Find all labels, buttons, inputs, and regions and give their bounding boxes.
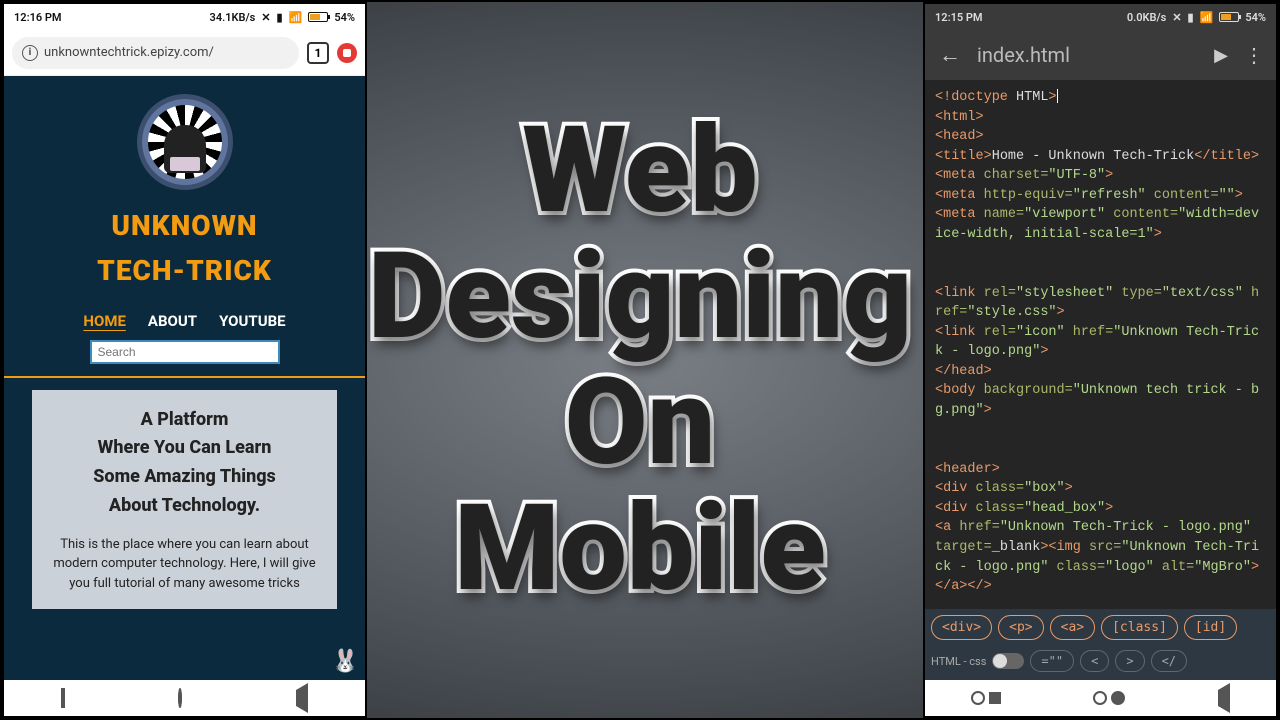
status-bar: 12:15 PM 0.0KB/s ✕ ▮ 📶 54% xyxy=(925,4,1276,30)
snippet-row-1: <div><p> <a>[class][id] xyxy=(925,609,1276,646)
info-icon[interactable]: i xyxy=(22,45,38,61)
hero-line-4: Mobile xyxy=(368,486,912,612)
status-time: 12:16 PM xyxy=(14,11,62,24)
home-button[interactable] xyxy=(1093,691,1125,705)
hero-heading: A PlatformWhere You Can LearnSome Amazin… xyxy=(44,406,325,521)
snippet-chip[interactable]: [class] xyxy=(1101,615,1178,640)
status-time: 12:15 PM xyxy=(935,11,983,24)
site-logo[interactable] xyxy=(137,94,233,190)
back-button[interactable] xyxy=(296,690,308,706)
run-icon[interactable]: ▶ xyxy=(1214,45,1228,66)
hero-title: Web Designing On Mobile xyxy=(368,108,912,612)
editor-toolbar: ← index.html ▶ ⋮ xyxy=(925,30,1276,80)
hero-card: A PlatformWhere You Can LearnSome Amazin… xyxy=(32,390,337,610)
browser-phone: 12:16 PM 34.1KB/s ✕ ▮ 📶 54% i unknowntec… xyxy=(2,2,367,718)
status-bar: 12:16 PM 34.1KB/s ✕ ▮ 📶 54% xyxy=(4,4,365,30)
battery-icon xyxy=(1219,12,1239,22)
nav-youtube[interactable]: YOUTUBE xyxy=(219,312,286,330)
battery-pct: 54% xyxy=(1245,11,1266,24)
hero-line-3: On xyxy=(368,360,912,486)
hero-line-2: Designing xyxy=(368,234,912,360)
vibrate-icon: ✕ xyxy=(1172,11,1181,24)
site-nav: HOME ABOUT YOUTUBE xyxy=(4,312,365,330)
snippet-chip[interactable]: <div> xyxy=(931,615,992,640)
status-right: 0.0KB/s ✕ ▮ 📶 54% xyxy=(1127,11,1266,24)
site-title-1: UNKNOWN xyxy=(4,204,365,249)
recents-button[interactable] xyxy=(61,690,65,706)
back-arrow-icon[interactable]: ← xyxy=(939,42,961,68)
snippet-chip[interactable]: [id] xyxy=(1184,615,1237,640)
snippet-chip[interactable]: <a> xyxy=(1050,615,1095,640)
toggle-switch[interactable] xyxy=(992,653,1024,669)
signal-icon: 📶 xyxy=(289,11,303,24)
snippet-chip[interactable]: ="" xyxy=(1030,650,1074,672)
battery-pct: 54% xyxy=(334,11,355,24)
snippet-chip[interactable]: </ xyxy=(1151,650,1187,672)
snippet-chip[interactable]: > xyxy=(1115,650,1144,672)
snippet-chip[interactable]: <p> xyxy=(998,615,1043,640)
webpage[interactable]: UNKNOWN TECH-TRICK HOME ABOUT YOUTUBE UN… xyxy=(4,76,365,680)
snippet-row-2: HTML - css ="" < > </ xyxy=(925,646,1276,680)
battery-icon xyxy=(308,12,328,22)
vibrate-icon: ✕ xyxy=(261,11,270,24)
nav-home[interactable]: HOME xyxy=(83,312,126,330)
code-editor[interactable]: <!doctype HTML><html><head><title>Home -… xyxy=(925,80,1276,609)
site-header: UNKNOWN TECH-TRICK HOME ABOUT YOUTUBE xyxy=(4,76,365,376)
net-speed: 0.0KB/s xyxy=(1127,11,1167,24)
more-icon[interactable]: ⋮ xyxy=(1244,43,1262,67)
system-nav xyxy=(925,680,1276,716)
search-input[interactable] xyxy=(90,340,280,364)
divider xyxy=(4,376,365,378)
url-text: unknowntechtrick.epizy.com/ xyxy=(44,45,214,60)
hero-line-1: Web xyxy=(368,108,912,234)
filename: index.html xyxy=(977,43,1198,67)
nav-about[interactable]: ABOUT xyxy=(148,312,197,330)
hero-body: This is the place where you can learn ab… xyxy=(44,535,325,594)
lang-toggle[interactable]: HTML - css xyxy=(931,653,1024,669)
system-nav xyxy=(4,680,365,716)
status-right: 34.1KB/s ✕ ▮ 📶 54% xyxy=(210,11,355,24)
tabs-button[interactable]: 1 xyxy=(307,42,329,64)
mascot-icon[interactable]: 🐰 xyxy=(332,649,359,674)
site-title-2: TECH-TRICK xyxy=(4,249,365,294)
signal-icon: ▮ xyxy=(1188,11,1194,24)
back-button[interactable] xyxy=(1218,690,1230,706)
net-speed: 34.1KB/s xyxy=(210,11,256,24)
record-icon[interactable] xyxy=(337,43,357,63)
address-bar: i unknowntechtrick.epizy.com/ 1 xyxy=(4,30,365,76)
recents-button[interactable] xyxy=(971,691,1001,705)
snippet-chip[interactable]: < xyxy=(1080,650,1109,672)
editor-phone: 12:15 PM 0.0KB/s ✕ ▮ 📶 54% ← index.html … xyxy=(923,2,1278,718)
signal-icon: 📶 xyxy=(1200,11,1214,24)
url-field[interactable]: i unknowntechtrick.epizy.com/ xyxy=(12,37,299,69)
home-button[interactable] xyxy=(178,690,182,706)
signal-icon: ▮ xyxy=(277,11,283,24)
